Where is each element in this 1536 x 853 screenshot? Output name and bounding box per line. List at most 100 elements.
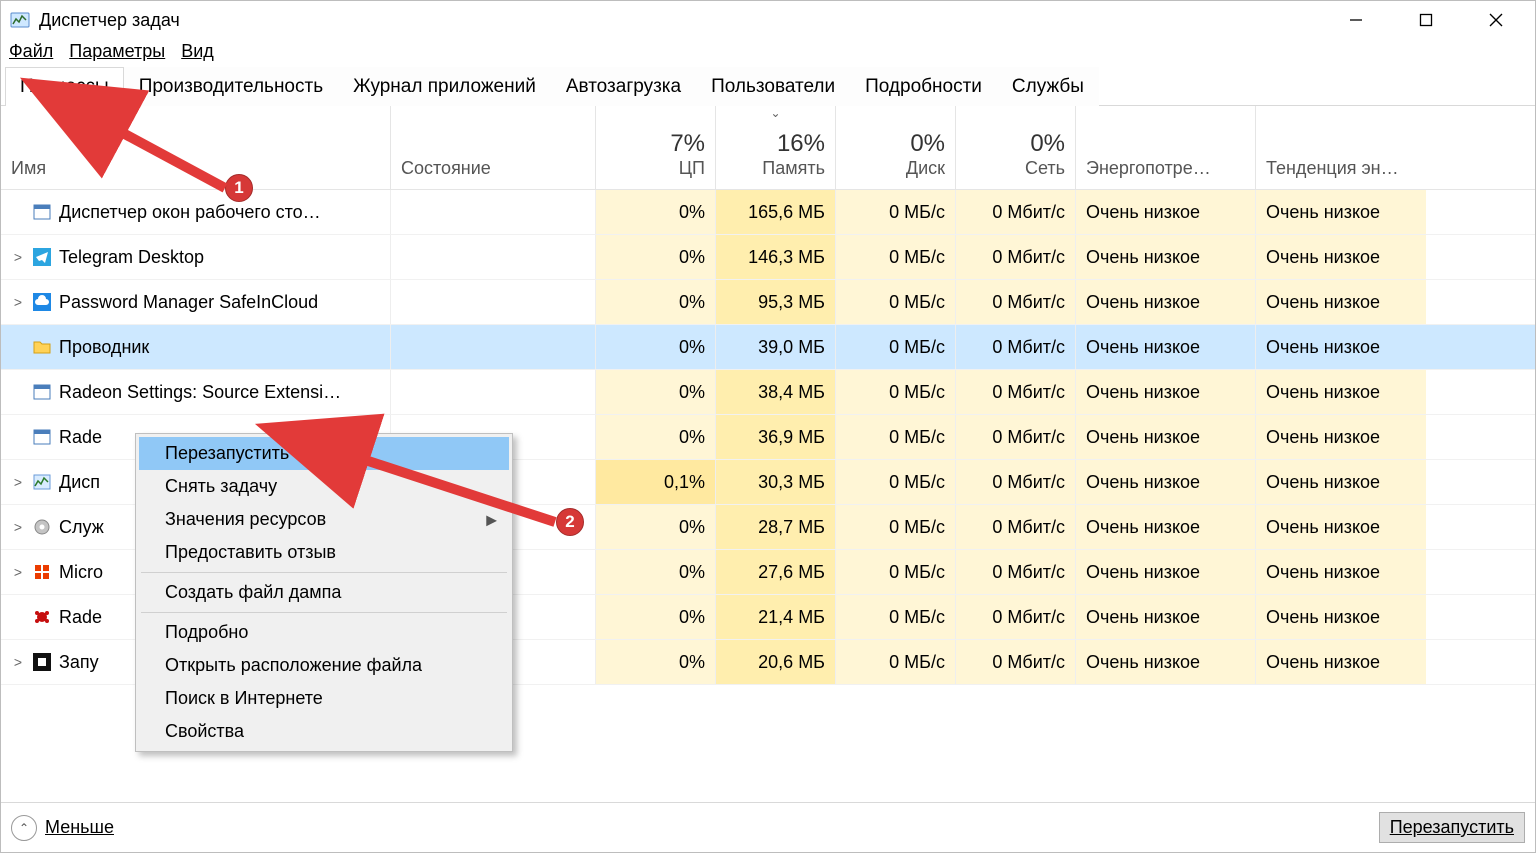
col-power[interactable]: Энергопотре… bbox=[1076, 106, 1256, 189]
process-icon bbox=[33, 473, 51, 491]
title-bar: Диспетчер задач bbox=[1, 1, 1535, 39]
process-icon bbox=[33, 428, 51, 446]
app-icon bbox=[9, 9, 31, 31]
ctx-restart[interactable]: Перезапустить bbox=[139, 437, 509, 470]
annotation-badge-2: 2 bbox=[556, 508, 584, 536]
menu-view[interactable]: Вид bbox=[181, 41, 214, 62]
col-network[interactable]: 0%Сеть bbox=[956, 106, 1076, 189]
fewer-details-button[interactable]: ⌃ Меньше bbox=[11, 815, 114, 841]
cell-power: Очень низкое bbox=[1076, 415, 1256, 459]
col-cpu[interactable]: 7%ЦП bbox=[596, 106, 716, 189]
cell-status bbox=[391, 325, 596, 369]
minimize-button[interactable] bbox=[1321, 1, 1391, 39]
ctx-separator bbox=[141, 572, 507, 573]
process-name: Служ bbox=[59, 517, 104, 538]
process-icon bbox=[33, 383, 51, 401]
process-icon bbox=[33, 608, 51, 626]
cell-cpu: 0% bbox=[596, 370, 716, 414]
cell-network: 0 Мбит/с bbox=[956, 280, 1076, 324]
cell-network: 0 Мбит/с bbox=[956, 370, 1076, 414]
tab-performance[interactable]: Производительность bbox=[124, 67, 338, 106]
cell-memory: 165,6 МБ bbox=[716, 190, 836, 234]
tab-app-history[interactable]: Журнал приложений bbox=[338, 67, 551, 106]
cell-cpu: 0% bbox=[596, 415, 716, 459]
ctx-open-location[interactable]: Открыть расположение файла bbox=[139, 649, 509, 682]
cell-network: 0 Мбит/с bbox=[956, 235, 1076, 279]
expand-icon[interactable]: > bbox=[11, 474, 25, 490]
cell-power: Очень низкое bbox=[1076, 280, 1256, 324]
cell-power-trend: Очень низкое bbox=[1256, 595, 1426, 639]
col-name[interactable]: Имя bbox=[1, 106, 391, 189]
table-row[interactable]: Radeon Settings: Source Extensi…0%38,4 М… bbox=[1, 370, 1535, 415]
process-name: Password Manager SafeInCloud bbox=[59, 292, 318, 313]
ctx-properties[interactable]: Свойства bbox=[139, 715, 509, 748]
cell-status bbox=[391, 280, 596, 324]
col-status[interactable]: Состояние bbox=[391, 106, 596, 189]
ctx-search-online[interactable]: Поиск в Интернете bbox=[139, 682, 509, 715]
cell-network: 0 Мбит/с bbox=[956, 640, 1076, 684]
cell-memory: 20,6 МБ bbox=[716, 640, 836, 684]
table-row[interactable]: Проводник0%39,0 МБ0 МБ/с0 Мбит/сОчень ни… bbox=[1, 325, 1535, 370]
cell-power-trend: Очень низкое bbox=[1256, 550, 1426, 594]
ctx-feedback[interactable]: Предоставить отзыв bbox=[139, 536, 509, 569]
tab-details[interactable]: Подробности bbox=[850, 67, 997, 106]
ctx-details[interactable]: Подробно bbox=[139, 616, 509, 649]
cell-disk: 0 МБ/с bbox=[836, 325, 956, 369]
menu-options[interactable]: Параметры bbox=[69, 41, 165, 62]
cell-power-trend: Очень низкое bbox=[1256, 190, 1426, 234]
cell-memory: 30,3 МБ bbox=[716, 460, 836, 504]
expand-icon[interactable]: > bbox=[11, 249, 25, 265]
process-icon bbox=[33, 248, 51, 266]
process-icon bbox=[33, 338, 51, 356]
cell-cpu: 0% bbox=[596, 325, 716, 369]
process-icon bbox=[33, 203, 51, 221]
process-icon bbox=[33, 518, 51, 536]
cell-power: Очень низкое bbox=[1076, 505, 1256, 549]
ctx-resource-values[interactable]: Значения ресурсов▶ bbox=[139, 503, 509, 536]
tab-services[interactable]: Службы bbox=[997, 67, 1099, 106]
cell-network: 0 Мбит/с bbox=[956, 595, 1076, 639]
tab-startup[interactable]: Автозагрузка bbox=[551, 67, 696, 106]
cell-power: Очень низкое bbox=[1076, 595, 1256, 639]
tab-processes[interactable]: Процессы bbox=[5, 67, 124, 106]
ctx-end-task[interactable]: Снять задачу bbox=[139, 470, 509, 503]
cell-power-trend: Очень низкое bbox=[1256, 235, 1426, 279]
cell-network: 0 Мбит/с bbox=[956, 415, 1076, 459]
cell-disk: 0 МБ/с bbox=[836, 370, 956, 414]
process-icon bbox=[33, 653, 51, 671]
cell-cpu: 0% bbox=[596, 235, 716, 279]
process-icon bbox=[33, 563, 51, 581]
cell-cpu: 0% bbox=[596, 280, 716, 324]
cell-power: Очень низкое bbox=[1076, 370, 1256, 414]
maximize-button[interactable] bbox=[1391, 1, 1461, 39]
ctx-create-dump[interactable]: Создать файл дампа bbox=[139, 576, 509, 609]
restart-button[interactable]: Перезапустить bbox=[1379, 812, 1525, 843]
cell-power-trend: Очень низкое bbox=[1256, 325, 1426, 369]
cell-memory: 36,9 МБ bbox=[716, 415, 836, 459]
close-button[interactable] bbox=[1461, 1, 1531, 39]
cell-power: Очень низкое bbox=[1076, 550, 1256, 594]
process-name: Диспетчер окон рабочего сто… bbox=[59, 202, 321, 223]
expand-icon[interactable]: > bbox=[11, 519, 25, 535]
table-row[interactable]: >Telegram Desktop0%146,3 МБ0 МБ/с0 Мбит/… bbox=[1, 235, 1535, 280]
cell-name: Диспетчер окон рабочего сто… bbox=[1, 190, 391, 234]
col-power-trend[interactable]: Тенденция эн… bbox=[1256, 106, 1426, 189]
fewer-details-label: Меньше bbox=[45, 817, 114, 838]
cell-network: 0 Мбит/с bbox=[956, 190, 1076, 234]
tab-bar: Процессы Производительность Журнал прило… bbox=[1, 66, 1535, 106]
cell-disk: 0 МБ/с bbox=[836, 280, 956, 324]
col-disk[interactable]: 0%Диск bbox=[836, 106, 956, 189]
col-memory[interactable]: ⌄16%Память bbox=[716, 106, 836, 189]
cell-power-trend: Очень низкое bbox=[1256, 460, 1426, 504]
expand-icon[interactable]: > bbox=[11, 654, 25, 670]
menu-file[interactable]: Файл bbox=[9, 41, 53, 62]
expand-icon[interactable]: > bbox=[11, 564, 25, 580]
expand-icon[interactable]: > bbox=[11, 294, 25, 310]
cell-status bbox=[391, 235, 596, 279]
cell-power-trend: Очень низкое bbox=[1256, 370, 1426, 414]
annotation-badge-1: 1 bbox=[225, 174, 253, 202]
table-row[interactable]: >Password Manager SafeInCloud0%95,3 МБ0 … bbox=[1, 280, 1535, 325]
cell-memory: 95,3 МБ bbox=[716, 280, 836, 324]
cell-disk: 0 МБ/с bbox=[836, 640, 956, 684]
tab-users[interactable]: Пользователи bbox=[696, 67, 850, 106]
